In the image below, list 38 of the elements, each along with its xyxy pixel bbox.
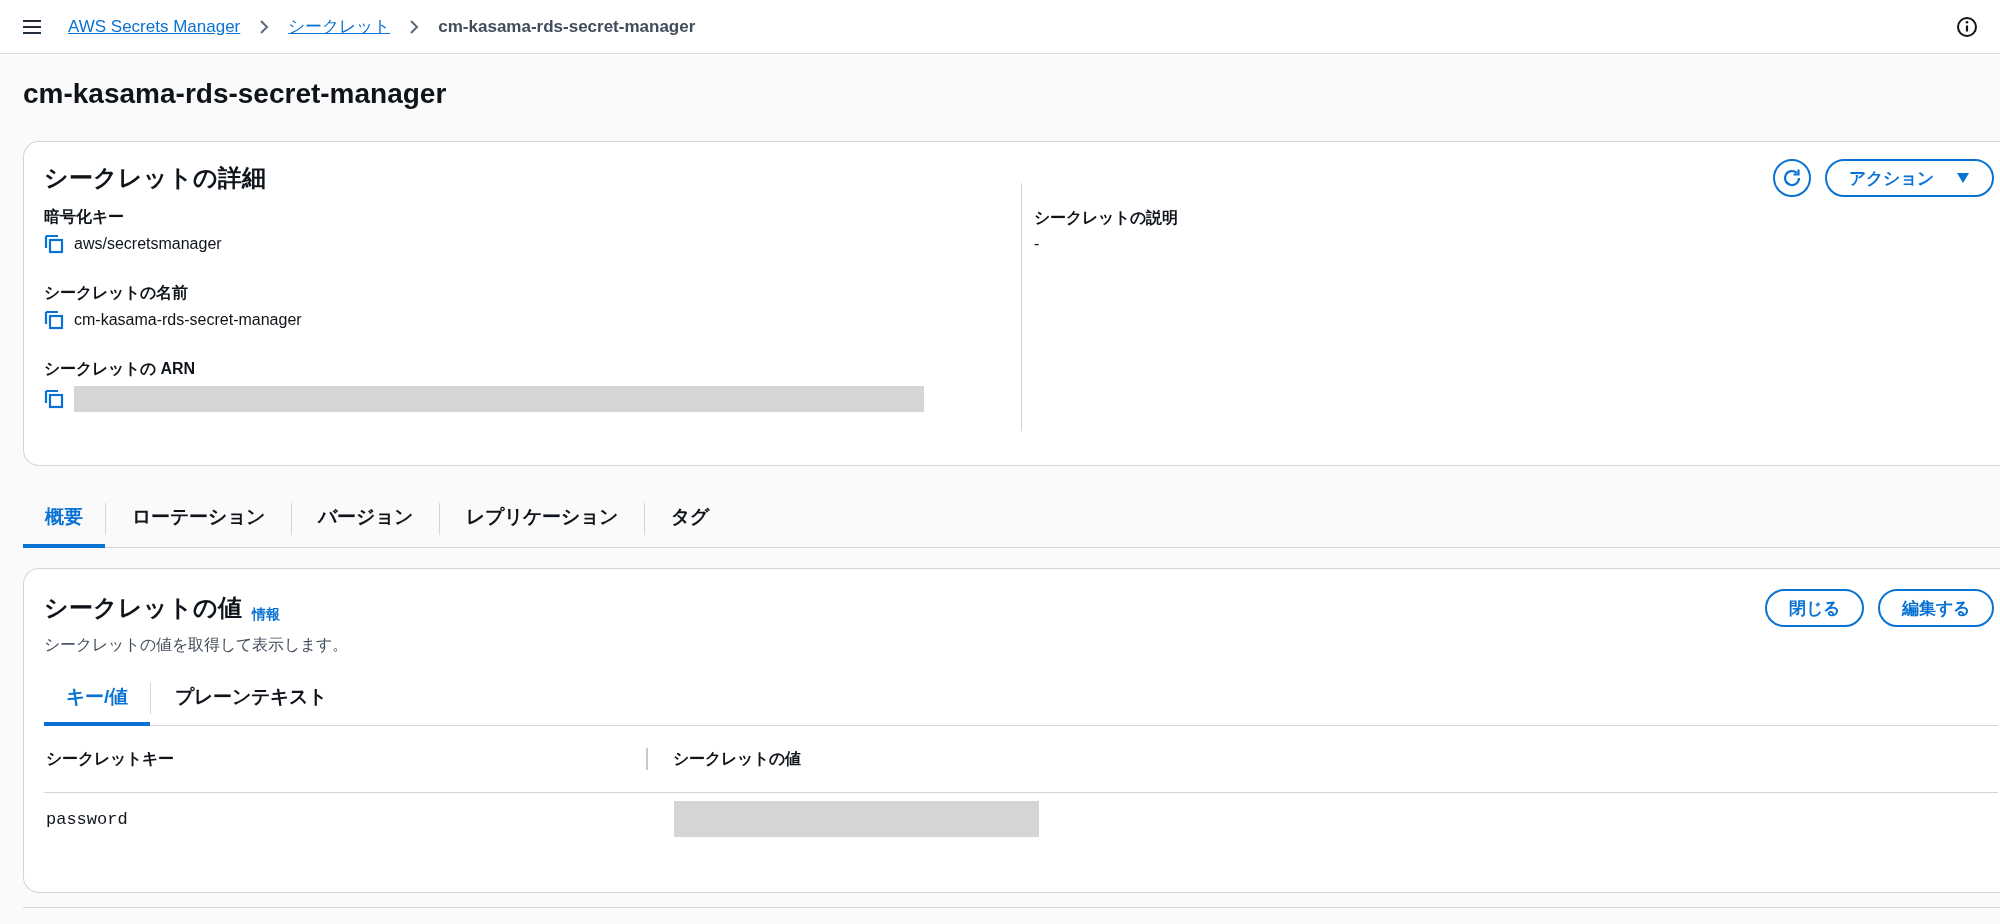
field-label: シークレットの説明 (1034, 208, 1178, 228)
refresh-button[interactable] (1773, 159, 1811, 197)
action-button[interactable]: 閉じる (1765, 589, 1864, 627)
menu-icon[interactable] (22, 18, 42, 35)
field-label: 暗号化キー (44, 207, 125, 227)
tab[interactable]: キー/値 (44, 670, 151, 726)
column-header: シークレットの値 (673, 748, 801, 769)
copy-icon[interactable] (44, 389, 64, 409)
action-button[interactable]: 編集する (1878, 589, 1994, 627)
breadcrumb-current: cm-kasama-rds-secret-manager (438, 16, 696, 37)
chevron-right-icon (258, 18, 271, 35)
field-label: シークレットの名前 (44, 283, 189, 303)
column-header: シークレットキー (45, 748, 175, 769)
breadcrumb-link[interactable]: AWS Secrets Manager (68, 16, 241, 37)
tab[interactable]: プレーンテキスト (151, 670, 352, 726)
tab[interactable]: タグ (645, 490, 735, 548)
card-title: シークレットの詳細 (44, 163, 267, 193)
actions-dropdown[interactable]: アクション (1825, 159, 1994, 197)
chevron-right-icon (408, 18, 421, 35)
tab[interactable]: ローテーション (106, 490, 291, 548)
copy-icon[interactable] (44, 234, 64, 254)
copy-icon[interactable] (44, 310, 64, 330)
tab[interactable]: 概要 (23, 490, 105, 548)
field-value: - (1034, 235, 1040, 253)
info-link[interactable]: 情報 (252, 606, 1765, 624)
breadcrumb-link[interactable]: シークレット (288, 15, 391, 38)
field-value: aws/secretsmanager (74, 235, 222, 253)
tab[interactable]: バージョン (292, 490, 439, 548)
table-cell-text: password (45, 809, 129, 829)
field-value: cm-kasama-rds-secret-manager (74, 311, 302, 329)
info-icon[interactable] (1956, 15, 1978, 38)
tab[interactable]: レプリケーション (440, 490, 644, 548)
card-description: シークレットの値を取得して表示します。 (44, 635, 349, 655)
card-title: シークレットの値 (44, 593, 242, 623)
page-title: cm-kasama-rds-secret-manager (23, 77, 448, 111)
caret-down-icon (1956, 172, 1970, 184)
field-label: シークレットの ARN (44, 359, 197, 379)
refresh-icon (1781, 167, 1803, 189)
